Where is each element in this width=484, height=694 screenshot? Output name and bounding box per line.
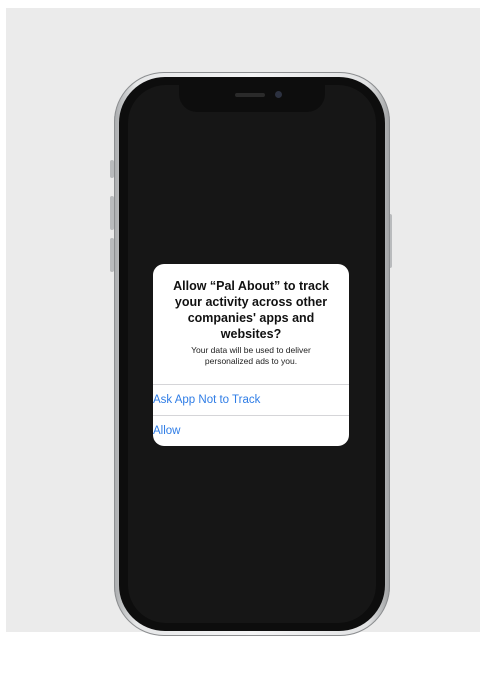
dialog-message: Your data will be used to deliver person…: [191, 345, 311, 366]
camera-icon: [275, 91, 282, 98]
ask-app-not-to-track-button[interactable]: Ask App Not to Track: [153, 384, 349, 414]
phone-notch: [179, 82, 325, 112]
speaker-icon: [235, 93, 265, 97]
allow-button[interactable]: Allow: [153, 415, 349, 445]
dialog-title: Allow “Pal About” to track your activity…: [173, 279, 329, 341]
